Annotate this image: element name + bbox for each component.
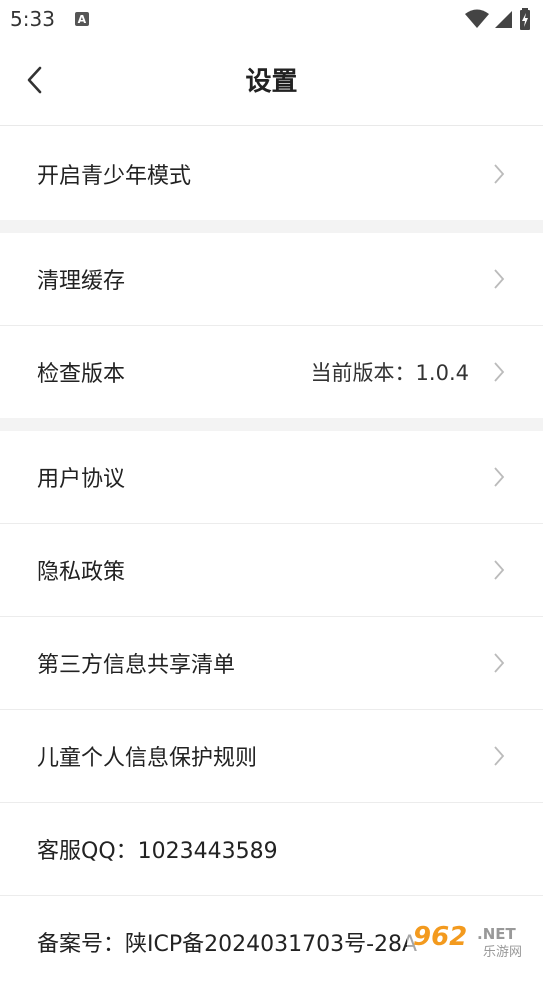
svg-text:.NET: .NET [477,925,516,943]
customer-service-qq: 客服QQ：1023443589 [0,803,543,895]
chevron-right-icon [493,466,507,488]
site-watermark: 962 .NET 乐游网 [407,913,537,961]
settings-item-label: 清理缓存 [37,269,126,294]
current-version-value: 当前版本：1.0.4 [310,361,469,385]
section-separator [0,220,543,233]
settings-item-label: 检查版本 [37,362,126,387]
chevron-right-icon [493,361,507,383]
settings-item-label: 用户协议 [37,467,126,492]
settings-item-label: 隐私政策 [37,560,126,585]
chevron-right-icon [493,559,507,581]
settings-item-user-agreement[interactable]: 用户协议 [0,431,543,523]
settings-item-check-version[interactable]: 检查版本 当前版本：1.0.4 [0,326,543,418]
wifi-icon [465,9,489,28]
settings-item-privacy-policy[interactable]: 隐私政策 [0,524,543,616]
battery-icon [520,8,530,30]
watermark-logo: 962 .NET 乐游网 [407,919,537,960]
settings-item-children-privacy[interactable]: 儿童个人信息保护规则 [0,710,543,802]
settings-item-third-party-sharing[interactable]: 第三方信息共享清单 [0,617,543,709]
back-arrow-icon [27,66,42,94]
back-button[interactable] [14,60,54,100]
svg-text:962: 962 [413,922,467,952]
settings-item-clear-cache[interactable]: 清理缓存 [0,233,543,325]
chevron-right-icon [493,745,507,767]
settings-item-label: 开启青少年模式 [37,163,192,189]
page-title: 设置 [245,67,298,97]
app-header: 设置 [0,38,543,126]
chevron-right-icon [493,163,507,185]
settings-item-teen-mode[interactable]: 开启青少年模式 [0,127,543,220]
notification-app-icon: A [74,12,89,26]
customer-service-qq-text: 客服QQ：1023443589 [37,839,278,864]
section-separator [0,418,543,431]
chevron-right-icon [493,652,507,674]
settings-item-label: 第三方信息共享清单 [37,653,236,678]
chevron-right-icon [493,268,507,290]
svg-text:乐游网: 乐游网 [483,945,522,960]
settings-item-label: 儿童个人信息保护规则 [37,746,258,771]
status-bar: 5:33 A [0,0,543,38]
cellular-signal-icon [495,11,512,28]
status-time: 5:33 [10,7,55,31]
